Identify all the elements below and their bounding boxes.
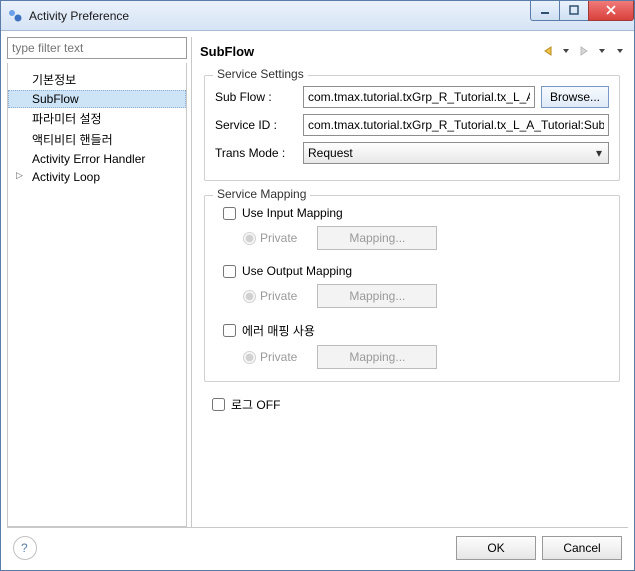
svg-text:?: ? xyxy=(21,541,28,555)
log-off-label: 로그 OFF xyxy=(231,396,280,413)
dialog-body: 기본정보SubFlow파라미터 설정액티비티 핸들러Activity Error… xyxy=(1,31,634,570)
log-off-checkbox[interactable] xyxy=(212,398,225,411)
tree-item[interactable]: Activity Loop xyxy=(8,168,186,186)
tree-item[interactable]: 파라미터 설정 xyxy=(8,108,186,129)
browse-button[interactable]: Browse... xyxy=(541,86,609,108)
use-input-mapping-label: Use Input Mapping xyxy=(242,206,343,220)
serviceid-label: Service ID : xyxy=(215,118,297,132)
view-menu-icon[interactable] xyxy=(612,43,628,59)
input-private-radio xyxy=(243,232,256,245)
back-menu-icon[interactable] xyxy=(558,43,574,59)
use-error-mapping-checkbox[interactable] xyxy=(223,324,236,337)
subflow-label: Sub Flow : xyxy=(215,90,297,104)
use-error-mapping-label: 에러 매핑 사용 xyxy=(242,322,315,339)
transmode-label: Trans Mode : xyxy=(215,146,297,160)
transmode-value: Request xyxy=(308,146,353,160)
page-title: SubFlow xyxy=(200,44,540,59)
sidebar: 기본정보SubFlow파라미터 설정액티비티 핸들러Activity Error… xyxy=(7,37,187,527)
tree-item[interactable]: 기본정보 xyxy=(8,69,186,90)
cancel-button[interactable]: Cancel xyxy=(542,536,622,560)
minimize-button[interactable] xyxy=(530,1,560,21)
window-title: Activity Preference xyxy=(29,9,531,23)
service-mapping-legend: Service Mapping xyxy=(213,187,310,201)
serviceid-input[interactable] xyxy=(303,114,609,136)
dialog-footer: ? OK Cancel xyxy=(7,527,628,564)
close-button[interactable] xyxy=(588,1,634,21)
filter-input[interactable] xyxy=(7,37,187,59)
error-mapping-button: Mapping... xyxy=(317,345,437,369)
ok-button[interactable]: OK xyxy=(456,536,536,560)
output-mapping-button: Mapping... xyxy=(317,284,437,308)
back-icon[interactable] xyxy=(540,43,556,59)
subflow-input[interactable] xyxy=(303,86,535,108)
service-settings-legend: Service Settings xyxy=(213,67,308,81)
app-icon xyxy=(7,8,23,24)
main-panel: SubFlow Service Settings Sub Flow : xyxy=(191,37,628,527)
help-button[interactable]: ? xyxy=(13,536,37,560)
service-mapping-group: Service Mapping Use Input Mapping Privat… xyxy=(204,195,620,382)
output-private-radio xyxy=(243,290,256,303)
error-private-radio-label: Private xyxy=(243,350,297,364)
output-private-radio-label: Private xyxy=(243,289,297,303)
use-output-mapping-checkbox[interactable] xyxy=(223,265,236,278)
maximize-button[interactable] xyxy=(559,1,589,21)
window-buttons xyxy=(531,1,634,21)
titlebar[interactable]: Activity Preference xyxy=(1,1,634,31)
transmode-select[interactable]: Request xyxy=(303,142,609,164)
error-private-radio xyxy=(243,351,256,364)
service-settings-group: Service Settings Sub Flow : Browse... Se… xyxy=(204,75,620,181)
forward-icon[interactable] xyxy=(576,43,592,59)
tree-item[interactable]: Activity Error Handler xyxy=(8,150,186,168)
forward-menu-icon[interactable] xyxy=(594,43,610,59)
preference-tree[interactable]: 기본정보SubFlow파라미터 설정액티비티 핸들러Activity Error… xyxy=(7,63,187,527)
use-output-mapping-label: Use Output Mapping xyxy=(242,264,352,278)
tree-item[interactable]: 액티비티 핸들러 xyxy=(8,129,186,150)
input-private-radio-label: Private xyxy=(243,231,297,245)
tree-item[interactable]: SubFlow xyxy=(8,90,186,108)
dialog-window: Activity Preference 기본정보SubFlow파라미터 설정액티… xyxy=(0,0,635,571)
input-mapping-button: Mapping... xyxy=(317,226,437,250)
use-input-mapping-checkbox[interactable] xyxy=(223,207,236,220)
